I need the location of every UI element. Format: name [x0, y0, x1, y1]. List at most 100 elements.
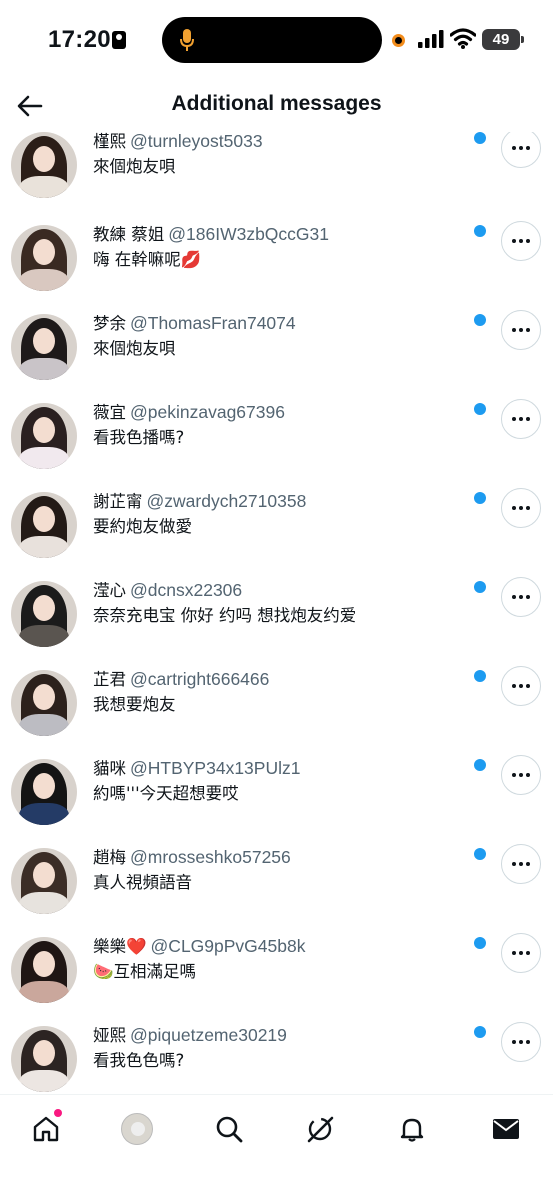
more-dot-icon [512, 506, 516, 510]
user-handle: @turnleyost5033 [130, 132, 263, 151]
conversation-row[interactable]: 教練 蔡姐 @186IW3zbQccG31 嗨 在幹嘛呢💋 [0, 221, 553, 310]
avatar[interactable] [11, 937, 77, 1003]
more-options-button[interactable] [501, 399, 541, 439]
avatar[interactable] [11, 670, 77, 736]
user-handle: @piquetzeme30219 [130, 1025, 287, 1045]
avatar[interactable] [11, 848, 77, 914]
cellular-signal-icon [418, 30, 444, 48]
envelope-icon [493, 1119, 519, 1139]
conversation-row[interactable]: 貓咪 @HTBYP34x13PUlz1 約嗎'''今天超想要哎 [0, 755, 553, 844]
more-options-button[interactable] [501, 488, 541, 528]
avatar[interactable] [11, 132, 77, 198]
name-line: 梦余 @ThomasFran74074 [93, 310, 296, 334]
more-dot-icon [512, 951, 516, 955]
battery-indicator: 49 [482, 29, 524, 50]
more-dot-icon [519, 146, 523, 150]
message-request-list[interactable]: 槿熙 @turnleyost5033 來個炮友唄 教練 蔡姐 @186IW3zbQccG… [0, 132, 553, 1094]
avatar-face [33, 239, 55, 265]
conversation-row[interactable]: 梦余 @ThomasFran74074 來個炮友唄 [0, 310, 553, 399]
conversation-row[interactable]: 樂樂❤️ @CLG9pPvG45b8k 🍉互相滿足嗎 [0, 933, 553, 1022]
conversation-row[interactable]: 薇宜 @pekinzavag67396 看我色播嗎? [0, 399, 553, 488]
more-dot-icon [526, 146, 530, 150]
conversation-row[interactable]: 槿熙 @turnleyost5033 來個炮友唄 [0, 132, 553, 217]
avatar[interactable] [11, 759, 77, 825]
unread-indicator [474, 403, 486, 415]
display-name: 槿熙 [93, 132, 126, 151]
nav-grok[interactable] [298, 1107, 342, 1151]
more-options-button[interactable] [501, 132, 541, 168]
unread-indicator [474, 848, 486, 860]
more-options-button[interactable] [501, 666, 541, 706]
more-dot-icon [512, 146, 516, 150]
avatar[interactable] [11, 1026, 77, 1092]
id-badge-icon [112, 31, 126, 49]
unread-indicator [474, 670, 486, 682]
display-name: 滢心 [93, 581, 126, 600]
avatar-face [33, 506, 55, 532]
search-icon [216, 1116, 243, 1143]
more-dot-icon [519, 773, 523, 777]
avatar-body [19, 269, 69, 291]
more-dot-icon [519, 684, 523, 688]
nav-profile[interactable] [115, 1107, 159, 1151]
microphone-icon [180, 29, 194, 51]
more-options-button[interactable] [501, 844, 541, 884]
conversation-row[interactable]: 芷君 @cartright666466 我想要炮友 [0, 666, 553, 755]
name-line: 趙梅 @mrosseshko57256 [93, 844, 291, 868]
more-options-button[interactable] [501, 310, 541, 350]
more-dot-icon [526, 1040, 530, 1044]
avatar-body [19, 447, 69, 469]
user-handle: @HTBYP34x13PUlz1 [130, 758, 301, 778]
avatar-face [33, 773, 55, 799]
avatar-body [19, 892, 69, 914]
more-dot-icon [519, 328, 523, 332]
more-dot-icon [512, 862, 516, 866]
conversation-row[interactable]: 娅熙 @piquetzeme30219 看我色色嗎? [0, 1022, 553, 1094]
avatar-body [19, 536, 69, 558]
avatar-body [19, 176, 69, 198]
nav-search[interactable] [207, 1107, 251, 1151]
more-dot-icon [519, 595, 523, 599]
avatar-body [19, 714, 69, 736]
avatar-body [19, 358, 69, 380]
dynamic-island [162, 17, 382, 63]
name-line: 謝芷甯 @zwardych2710358 [93, 488, 306, 512]
conversation-row[interactable]: 滢心 @dcnsx22306 奈奈充电宝 你好 约吗 想找炮友约爱 [0, 577, 553, 666]
nav-notifications[interactable] [390, 1107, 434, 1151]
avatar-face [33, 417, 55, 443]
unread-indicator [474, 937, 486, 949]
more-options-button[interactable] [501, 1022, 541, 1062]
avatar[interactable] [11, 225, 77, 291]
conversation-row[interactable]: 趙梅 @mrosseshko57256 真人視頻語音 [0, 844, 553, 933]
avatar[interactable] [11, 403, 77, 469]
conversation-row[interactable]: 謝芷甯 @zwardych2710358 要約炮友做愛 [0, 488, 553, 577]
avatar-body [19, 625, 69, 647]
more-dot-icon [526, 951, 530, 955]
more-dot-icon [512, 595, 516, 599]
more-options-button[interactable] [501, 933, 541, 973]
nav-home[interactable] [24, 1107, 68, 1151]
bell-icon [400, 1118, 424, 1142]
more-dot-icon [519, 862, 523, 866]
more-dot-icon [512, 328, 516, 332]
more-options-button[interactable] [501, 221, 541, 261]
more-dot-icon [519, 951, 523, 955]
user-handle: @zwardych2710358 [146, 491, 307, 511]
display-name: 樂樂 [93, 937, 126, 956]
unread-indicator [474, 581, 486, 593]
user-handle: @CLG9pPvG45b8k [150, 936, 306, 956]
avatar[interactable] [11, 581, 77, 647]
home-notification-dot [54, 1109, 62, 1117]
avatar-face [33, 146, 55, 172]
message-preview: 🍉互相滿足嗎 [93, 962, 197, 981]
message-preview: 約嗎'''今天超想要哎 [93, 784, 239, 803]
more-dot-icon [512, 773, 516, 777]
avatar[interactable] [11, 314, 77, 380]
more-options-button[interactable] [501, 755, 541, 795]
avatar[interactable] [11, 492, 77, 558]
nav-messages[interactable] [484, 1107, 528, 1151]
more-options-button[interactable] [501, 577, 541, 617]
unread-indicator [474, 132, 486, 144]
status-bar: 17:20 49 [0, 0, 553, 80]
more-dot-icon [519, 1040, 523, 1044]
